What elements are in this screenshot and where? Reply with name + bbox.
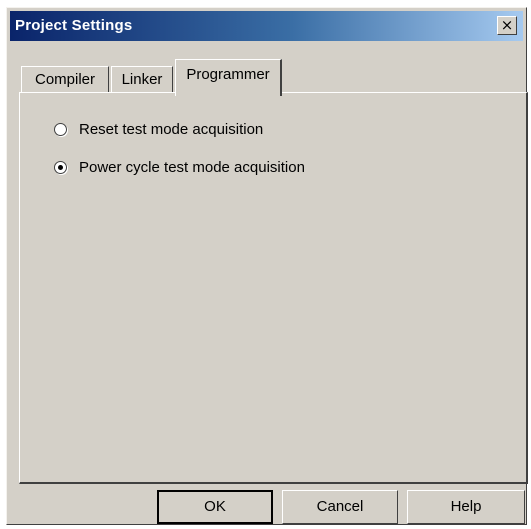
- power-cycle-test-mode-label: Power cycle test mode acquisition: [79, 159, 305, 176]
- close-icon: ×: [500, 16, 514, 34]
- close-button[interactable]: ×: [497, 16, 517, 35]
- tab-linker[interactable]: Linker: [111, 66, 173, 94]
- programmer-tab-panel: Reset test mode acquisition Power cycle …: [19, 92, 528, 484]
- tab-compiler[interactable]: Compiler: [21, 66, 109, 94]
- tab-programmer[interactable]: Programmer: [175, 59, 282, 96]
- radio-selected-dot: [58, 165, 63, 170]
- window-title: Project Settings: [15, 17, 133, 34]
- reset-test-mode-label: Reset test mode acquisition: [79, 121, 264, 138]
- cancel-button[interactable]: Cancel: [282, 490, 398, 524]
- radio-icon[interactable]: [54, 161, 67, 174]
- ok-button[interactable]: OK: [157, 490, 273, 524]
- project-settings-dialog: Project Settings × Compiler Linker Progr…: [6, 7, 528, 525]
- help-button[interactable]: Help: [407, 490, 525, 524]
- radio-icon[interactable]: [54, 123, 67, 136]
- title-bar[interactable]: Project Settings ×: [10, 11, 523, 41]
